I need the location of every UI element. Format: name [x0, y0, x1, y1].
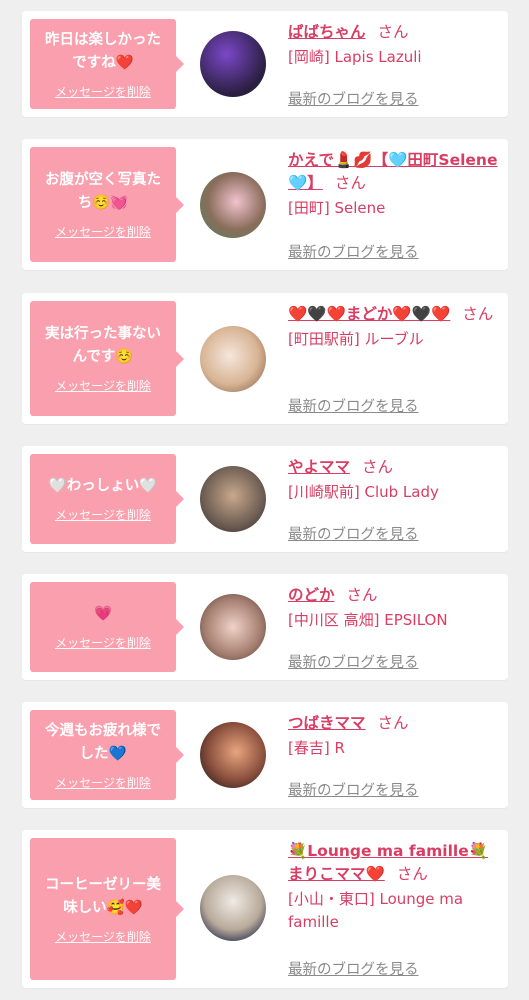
- cast-info: やよママ さん [川崎駅前] Club Lady: [288, 456, 500, 504]
- shop-label: [川崎駅前] Club Lady: [288, 483, 439, 501]
- message-bubble: 🤍わっしょい🤍 メッセージを削除: [30, 454, 184, 544]
- honorific: さん: [462, 305, 494, 323]
- shop-label: [小山・東口] Lounge ma famille: [288, 890, 464, 931]
- cast-name-link[interactable]: ❤️🖤❤️まどか❤️🖤❤️: [288, 305, 450, 323]
- latest-blog-link[interactable]: 最新のブログを見る: [288, 241, 419, 262]
- message-text: 実は行った事ない んです☺️: [45, 326, 161, 365]
- message-card: 🤍わっしょい🤍 メッセージを削除 やよママ さん [川崎駅前] Club Lady…: [22, 446, 508, 552]
- message-text: 今週もお疲れ様で した💙: [45, 722, 161, 762]
- message-bubble: 実は行った事ない んです☺️ メッセージを削除: [30, 301, 184, 416]
- message-text: 🤍わっしょい🤍: [48, 478, 158, 494]
- shop-label: [田町] Selene: [288, 199, 386, 217]
- delete-message-link[interactable]: メッセージを削除: [55, 634, 151, 651]
- shop-label: [春吉] R: [288, 739, 345, 757]
- avatar[interactable]: [200, 594, 266, 660]
- cast-name-link[interactable]: 💐Lounge ma famille💐まりこママ❤️: [288, 842, 488, 883]
- honorific: さん: [377, 714, 409, 732]
- avatar[interactable]: [200, 326, 266, 392]
- avatar[interactable]: [200, 31, 266, 97]
- latest-blog-link[interactable]: 最新のブログを見る: [288, 523, 419, 544]
- cast-info: 💐Lounge ma famille💐まりこママ❤️ さん [小山・東口] Lou…: [288, 840, 500, 934]
- cast-name-link[interactable]: かえで💄💋【🩵田町Selene🩵】: [288, 151, 497, 192]
- latest-blog-link[interactable]: 最新のブログを見る: [288, 958, 419, 979]
- delete-message-link[interactable]: メッセージを削除: [55, 83, 151, 100]
- message-card: コーヒーゼリー美 味しい🥰❤️ メッセージを削除 💐Lounge ma fami…: [22, 830, 508, 988]
- latest-blog-link[interactable]: 最新のブログを見る: [288, 88, 419, 109]
- avatar[interactable]: [200, 875, 266, 941]
- message-bubble: 今週もお疲れ様で した💙 メッセージを削除: [30, 710, 184, 800]
- cast-name-link[interactable]: ばばちゃん: [288, 23, 366, 41]
- shop-label: [町田駅前] ルーブル: [288, 330, 424, 348]
- message-card: お腹が空く写真た ち☺️💓 メッセージを削除 かえで💄💋【🩵田町Selene🩵】…: [22, 139, 508, 270]
- cast-info: つばきママ さん [春吉] R: [288, 712, 500, 760]
- message-text: 💗: [93, 606, 113, 622]
- message-text: 昨日は楽しかった ですね❤️: [45, 31, 161, 71]
- avatar[interactable]: [200, 172, 266, 238]
- avatar[interactable]: [200, 466, 266, 532]
- message-bubble: コーヒーゼリー美 味しい🥰❤️ メッセージを削除: [30, 838, 184, 980]
- honorific: さん: [377, 23, 409, 41]
- cast-name-link[interactable]: つばきママ: [288, 714, 366, 732]
- cast-info: ばばちゃん さん [岡崎] Lapis Lazuli: [288, 21, 500, 69]
- avatar[interactable]: [200, 722, 266, 788]
- message-card: 💗 メッセージを削除 のどか さん [中川区 高畑] EPSILON 最新のブログ…: [22, 574, 508, 680]
- delete-message-link[interactable]: メッセージを削除: [55, 928, 151, 945]
- cast-name-link[interactable]: やよママ: [288, 458, 350, 476]
- latest-blog-link[interactable]: 最新のブログを見る: [288, 651, 419, 672]
- cast-info: かえで💄💋【🩵田町Selene🩵】 さん [田町] Selene: [288, 149, 500, 220]
- message-list: 昨日は楽しかった ですね❤️ メッセージを削除 ばばちゃん さん [岡崎] Lap…: [0, 0, 529, 1000]
- shop-label: [中川区 高畑] EPSILON: [288, 611, 448, 629]
- cast-name-link[interactable]: のどか: [288, 586, 335, 604]
- honorific: さん: [334, 174, 366, 192]
- message-card: 昨日は楽しかった ですね❤️ メッセージを削除 ばばちゃん さん [岡崎] Lap…: [22, 11, 508, 117]
- latest-blog-link[interactable]: 最新のブログを見る: [288, 395, 419, 416]
- honorific: さん: [346, 586, 378, 604]
- message-card: 今週もお疲れ様で した💙 メッセージを削除 つばきママ さん [春吉] R 最新の…: [22, 702, 508, 808]
- message-card: 実は行った事ない んです☺️ メッセージを削除 ❤️🖤❤️まどか❤️🖤❤️ さん …: [22, 293, 508, 424]
- shop-label: [岡崎] Lapis Lazuli: [288, 48, 422, 66]
- delete-message-link[interactable]: メッセージを削除: [55, 377, 151, 394]
- delete-message-link[interactable]: メッセージを削除: [55, 774, 151, 791]
- honorific: さん: [362, 458, 394, 476]
- cast-info: のどか さん [中川区 高畑] EPSILON: [288, 584, 500, 632]
- message-text: コーヒーゼリー美 味しい🥰❤️: [45, 876, 161, 916]
- message-bubble: 昨日は楽しかった ですね❤️ メッセージを削除: [30, 19, 184, 109]
- cast-info: ❤️🖤❤️まどか❤️🖤❤️ さん [町田駅前] ルーブル: [288, 303, 500, 351]
- delete-message-link[interactable]: メッセージを削除: [55, 506, 151, 523]
- message-bubble: お腹が空く写真た ち☺️💓 メッセージを削除: [30, 147, 184, 262]
- latest-blog-link[interactable]: 最新のブログを見る: [288, 779, 419, 800]
- honorific: さん: [396, 865, 428, 883]
- message-text: お腹が空く写真た ち☺️💓: [45, 172, 161, 211]
- message-bubble: 💗 メッセージを削除: [30, 582, 184, 672]
- delete-message-link[interactable]: メッセージを削除: [55, 223, 151, 240]
